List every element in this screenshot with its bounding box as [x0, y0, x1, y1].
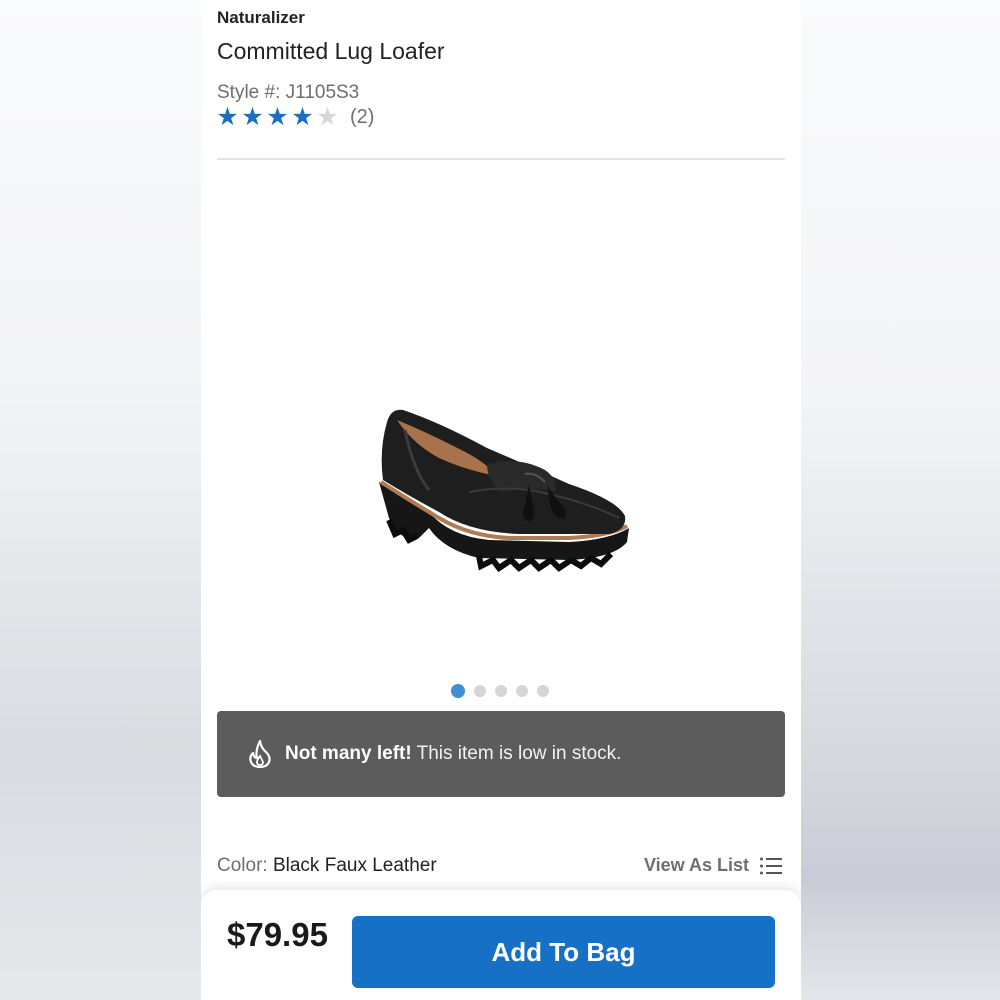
product-title: Committed Lug Loafer [217, 38, 445, 64]
star-empty-icon: ★ [316, 103, 339, 131]
low-stock-banner: Not many left! This item is low in stock… [217, 711, 785, 797]
color-label: Color: [217, 855, 268, 876]
list-icon[interactable] [759, 856, 783, 876]
stock-alert-message: This item is low in stock. [416, 743, 622, 764]
background-left [0, 0, 201, 1000]
image-carousel-dots[interactable] [451, 684, 549, 698]
view-as-list-label[interactable]: View As List [644, 855, 749, 876]
carousel-dot[interactable] [474, 685, 486, 697]
carousel-dot[interactable] [537, 685, 549, 697]
star-filled-icon: ★ [291, 103, 314, 131]
rating[interactable]: ★ ★ ★ ★ ★ (2) [215, 103, 374, 131]
price: $79.95 [227, 916, 328, 953]
style-number: Style #: J1105S3 [217, 82, 359, 104]
style-value: J1105S3 [285, 82, 360, 103]
star-rating: ★ ★ ★ ★ ★ [215, 103, 340, 131]
carousel-dot-active[interactable] [451, 684, 465, 698]
view-as-list-button[interactable]: View As List [644, 855, 783, 876]
star-filled-icon: ★ [266, 103, 289, 131]
add-to-bag-label[interactable]: Add To Bag [492, 937, 636, 968]
star-filled-icon: ★ [241, 103, 264, 131]
background-right [801, 0, 1000, 1000]
review-count[interactable]: (2) [350, 106, 374, 129]
stock-alert-title: Not many left! [285, 743, 412, 764]
carousel-dot[interactable] [516, 685, 528, 697]
style-label: Style #: [217, 82, 281, 103]
sticky-purchase-bar: $79.95 Add To Bag [201, 890, 801, 1000]
star-filled-icon: ★ [216, 103, 239, 131]
brand-name[interactable]: Naturalizer [217, 8, 305, 28]
stock-message: Not many left! This item is low in stock… [285, 743, 621, 765]
divider [217, 158, 785, 160]
color-value: Black Faux Leather [272, 855, 437, 876]
flame-icon [249, 739, 271, 769]
color-selection: Color: Black Faux Leather [217, 855, 437, 877]
product-page: Naturalizer Committed Lug Loafer Style #… [201, 0, 801, 1000]
add-to-bag-button[interactable]: Add To Bag [352, 916, 775, 988]
carousel-dot[interactable] [495, 685, 507, 697]
black-lug-loafer-image[interactable] [369, 400, 633, 600]
